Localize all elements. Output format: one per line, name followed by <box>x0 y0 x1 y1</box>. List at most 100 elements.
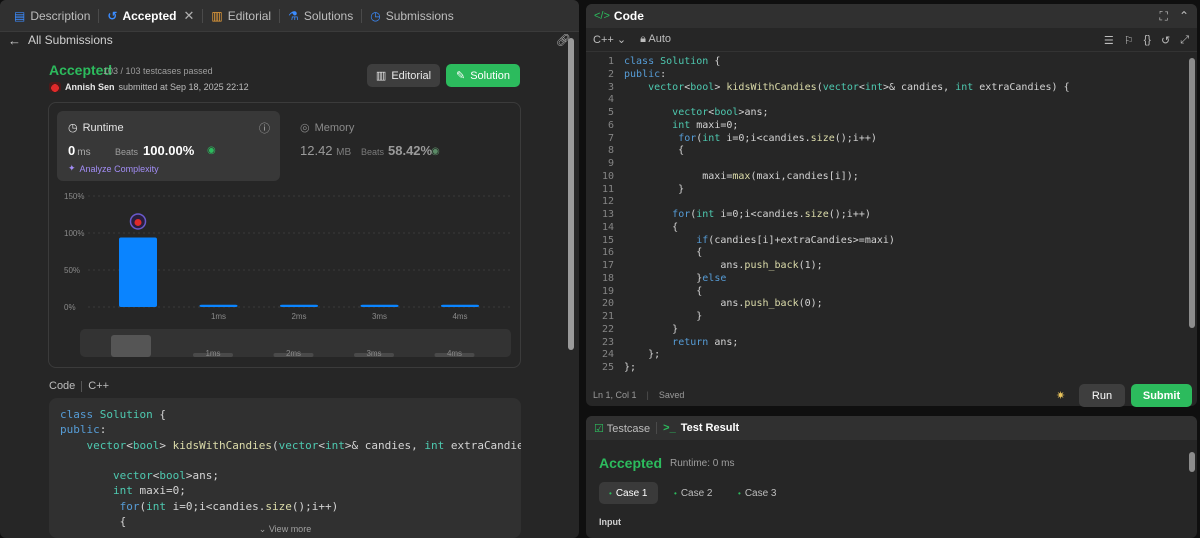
view-more-label: View more <box>268 524 312 534</box>
solution-button-label: Solution <box>470 69 510 82</box>
chevron-down-icon: ⌄ <box>258 524 267 534</box>
left-scrollbar[interactable] <box>568 38 574 350</box>
x-tick-label: 2ms <box>291 312 306 321</box>
maximize-icon[interactable]: ⛶ <box>1160 9 1168 24</box>
format-icon[interactable]: ☰ <box>1104 34 1114 47</box>
chart-bar[interactable] <box>360 304 399 307</box>
code-editor-panel: </> Code ⛶ ⌃ C++ ⌄ 🔒︎ Auto ☰ ⚐ {} ↺ ⤢ 12… <box>586 4 1197 406</box>
tab-test-result[interactable]: >_ Test Result <box>663 422 739 434</box>
editor-header: </> Code ⛶ ⌃ <box>586 4 1197 28</box>
flame-icon: ◉ <box>431 146 440 157</box>
runtime-value: 0 ms <box>68 143 91 158</box>
result-tab-bar: ☑ Testcase >_ Test Result <box>586 416 1197 440</box>
book-icon: ▥ <box>375 70 387 82</box>
tab-description[interactable]: ▤ Description <box>8 0 96 32</box>
clock-icon: ◷ <box>68 122 78 134</box>
runtime-card[interactable]: ◷ Runtime ⓘ 0 ms Beats 100.00% ◉ ✦ Analyz… <box>57 111 280 181</box>
runtime-label: Runtime <box>82 121 124 134</box>
view-more-button[interactable]: ⌄ View more <box>49 524 521 535</box>
info-icon[interactable]: ⓘ <box>259 120 270 136</box>
bookmark-icon[interactable]: ⚐ <box>1124 34 1134 47</box>
memory-card[interactable]: ◎ Memory 12.42 MB Beats 58.42% ◉ <box>300 121 440 159</box>
timeline-label: 1ms <box>205 349 220 357</box>
x-tick-label: 3ms <box>372 312 387 321</box>
auto-mode-toggle[interactable]: 🔒︎ Auto <box>640 33 671 46</box>
y-tick-label: 50% <box>64 266 80 275</box>
editorial-button-label: Editorial <box>391 69 432 82</box>
all-submissions-link[interactable]: All Submissions <box>28 33 113 47</box>
language-select[interactable]: C++ ⌄ <box>593 33 626 46</box>
chart-bar[interactable] <box>280 304 318 307</box>
memory-unit: MB <box>336 147 352 158</box>
user-avatar-marker-dot <box>134 218 142 226</box>
sparkle-icon: ✦ <box>68 163 76 173</box>
left-tab-bar: ▤ Description ↺ Accepted ✕ ▥ Editorial ⚗… <box>0 0 579 32</box>
case-3-label: Case 3 <box>744 487 777 499</box>
all-submissions-nav[interactable]: ← All Submissions 🔗︎ <box>0 32 579 48</box>
case-2-label: Case 2 <box>680 487 713 499</box>
editor-tool-icons: ☰ ⚐ {} ↺ ⤢ <box>1104 34 1189 47</box>
terminal-icon: >_ <box>663 422 676 434</box>
book-icon: ▥ <box>211 8 223 23</box>
chevron-down-icon: ⌄ <box>616 34 627 46</box>
code-editor-text[interactable]: class Solution { public: vector<bool> ki… <box>624 56 1070 375</box>
braces-icon[interactable]: {} <box>1144 34 1151 47</box>
code-section-label: Code <box>49 380 76 392</box>
case-2-tab[interactable]: • Case 2 <box>664 482 723 504</box>
timeline-label: 2ms <box>286 349 301 357</box>
reset-icon[interactable]: ↺ <box>1161 34 1170 47</box>
arrow-left-icon[interactable]: ← <box>8 33 21 48</box>
tab-submissions[interactable]: ◷ Submissions <box>364 0 460 32</box>
tab-solutions[interactable]: ⚗ Solutions <box>282 0 359 32</box>
submit-button[interactable]: Submit <box>1131 384 1192 407</box>
flame-icon: ◉ <box>207 145 216 156</box>
divider <box>81 380 83 392</box>
history-icon: ↺ <box>107 8 118 23</box>
cursor-position: Ln 1, Col 1 <box>593 390 637 400</box>
result-runtime: Runtime: 0 ms <box>670 458 735 469</box>
tab-divider <box>98 8 100 23</box>
tab-submissions-label: Submissions <box>385 8 454 23</box>
y-tick-label: 150% <box>64 192 84 201</box>
document-icon: ▤ <box>14 8 26 23</box>
timeline-svg: 1ms 2ms 3ms 4ms <box>111 335 475 358</box>
pass-dot-icon: • <box>738 488 741 498</box>
case-1-tab[interactable]: • Case 1 <box>599 482 658 504</box>
result-scrollbar[interactable] <box>1189 452 1195 472</box>
checkbox-icon: ☑ <box>594 422 604 435</box>
edit-icon: ✎ <box>456 70 466 82</box>
clock-icon: ◷ <box>370 8 381 23</box>
analyze-complexity-label: Analyze Complexity <box>79 163 159 174</box>
input-label: Input <box>599 517 621 527</box>
flask-icon: ⚗ <box>288 8 299 23</box>
tab-divider <box>202 8 204 23</box>
chart-bar[interactable] <box>119 237 157 307</box>
tab-divider <box>361 8 363 23</box>
close-icon[interactable]: ✕ <box>183 9 194 22</box>
line-number-gutter: 1 2 3 4 5 6 7 8 9 10 11 12 13 14 15 16 17 18 19 20 21 22 23 24 2… <box>601 56 614 373</box>
runtime-unit: ms <box>77 147 91 158</box>
editorial-button[interactable]: ▥ Editorial <box>367 64 440 87</box>
case-3-tab[interactable]: • Case 3 <box>728 482 787 504</box>
tab-accepted[interactable]: ↺ Accepted ✕ <box>101 0 200 32</box>
memory-value: 12.42 MB <box>300 143 351 158</box>
editor-status-bar: Ln 1, Col 1 | Saved <box>593 390 684 400</box>
lightbulb-icon[interactable]: ✷ <box>1056 389 1065 402</box>
runtime-timeline-scrubber[interactable]: 1ms 2ms 3ms 4ms <box>80 329 511 358</box>
collapse-icon[interactable]: ⌃ <box>1179 9 1189 24</box>
run-button[interactable]: Run <box>1079 384 1125 407</box>
memory-label: Memory <box>314 121 355 134</box>
editor-scrollbar[interactable] <box>1189 58 1195 328</box>
chart-bar[interactable] <box>441 304 479 307</box>
analyze-complexity-link[interactable]: ✦ Analyze Complexity <box>68 163 159 174</box>
pass-dot-icon: • <box>674 488 677 498</box>
expand-icon[interactable]: ⤢ <box>1180 34 1189 47</box>
avatar[interactable] <box>49 82 61 92</box>
timeline-selection[interactable] <box>111 335 151 357</box>
chart-bar[interactable] <box>199 304 238 307</box>
submitted-code-block[interactable]: class Solution { public: vector<bool> ki… <box>49 398 521 538</box>
tab-editorial[interactable]: ▥ Editorial <box>205 0 277 32</box>
tab-testcase[interactable]: ☑ Testcase <box>594 422 650 435</box>
solution-button[interactable]: ✎ Solution <box>446 64 520 87</box>
author-name[interactable]: Annish Sen <box>65 82 115 92</box>
